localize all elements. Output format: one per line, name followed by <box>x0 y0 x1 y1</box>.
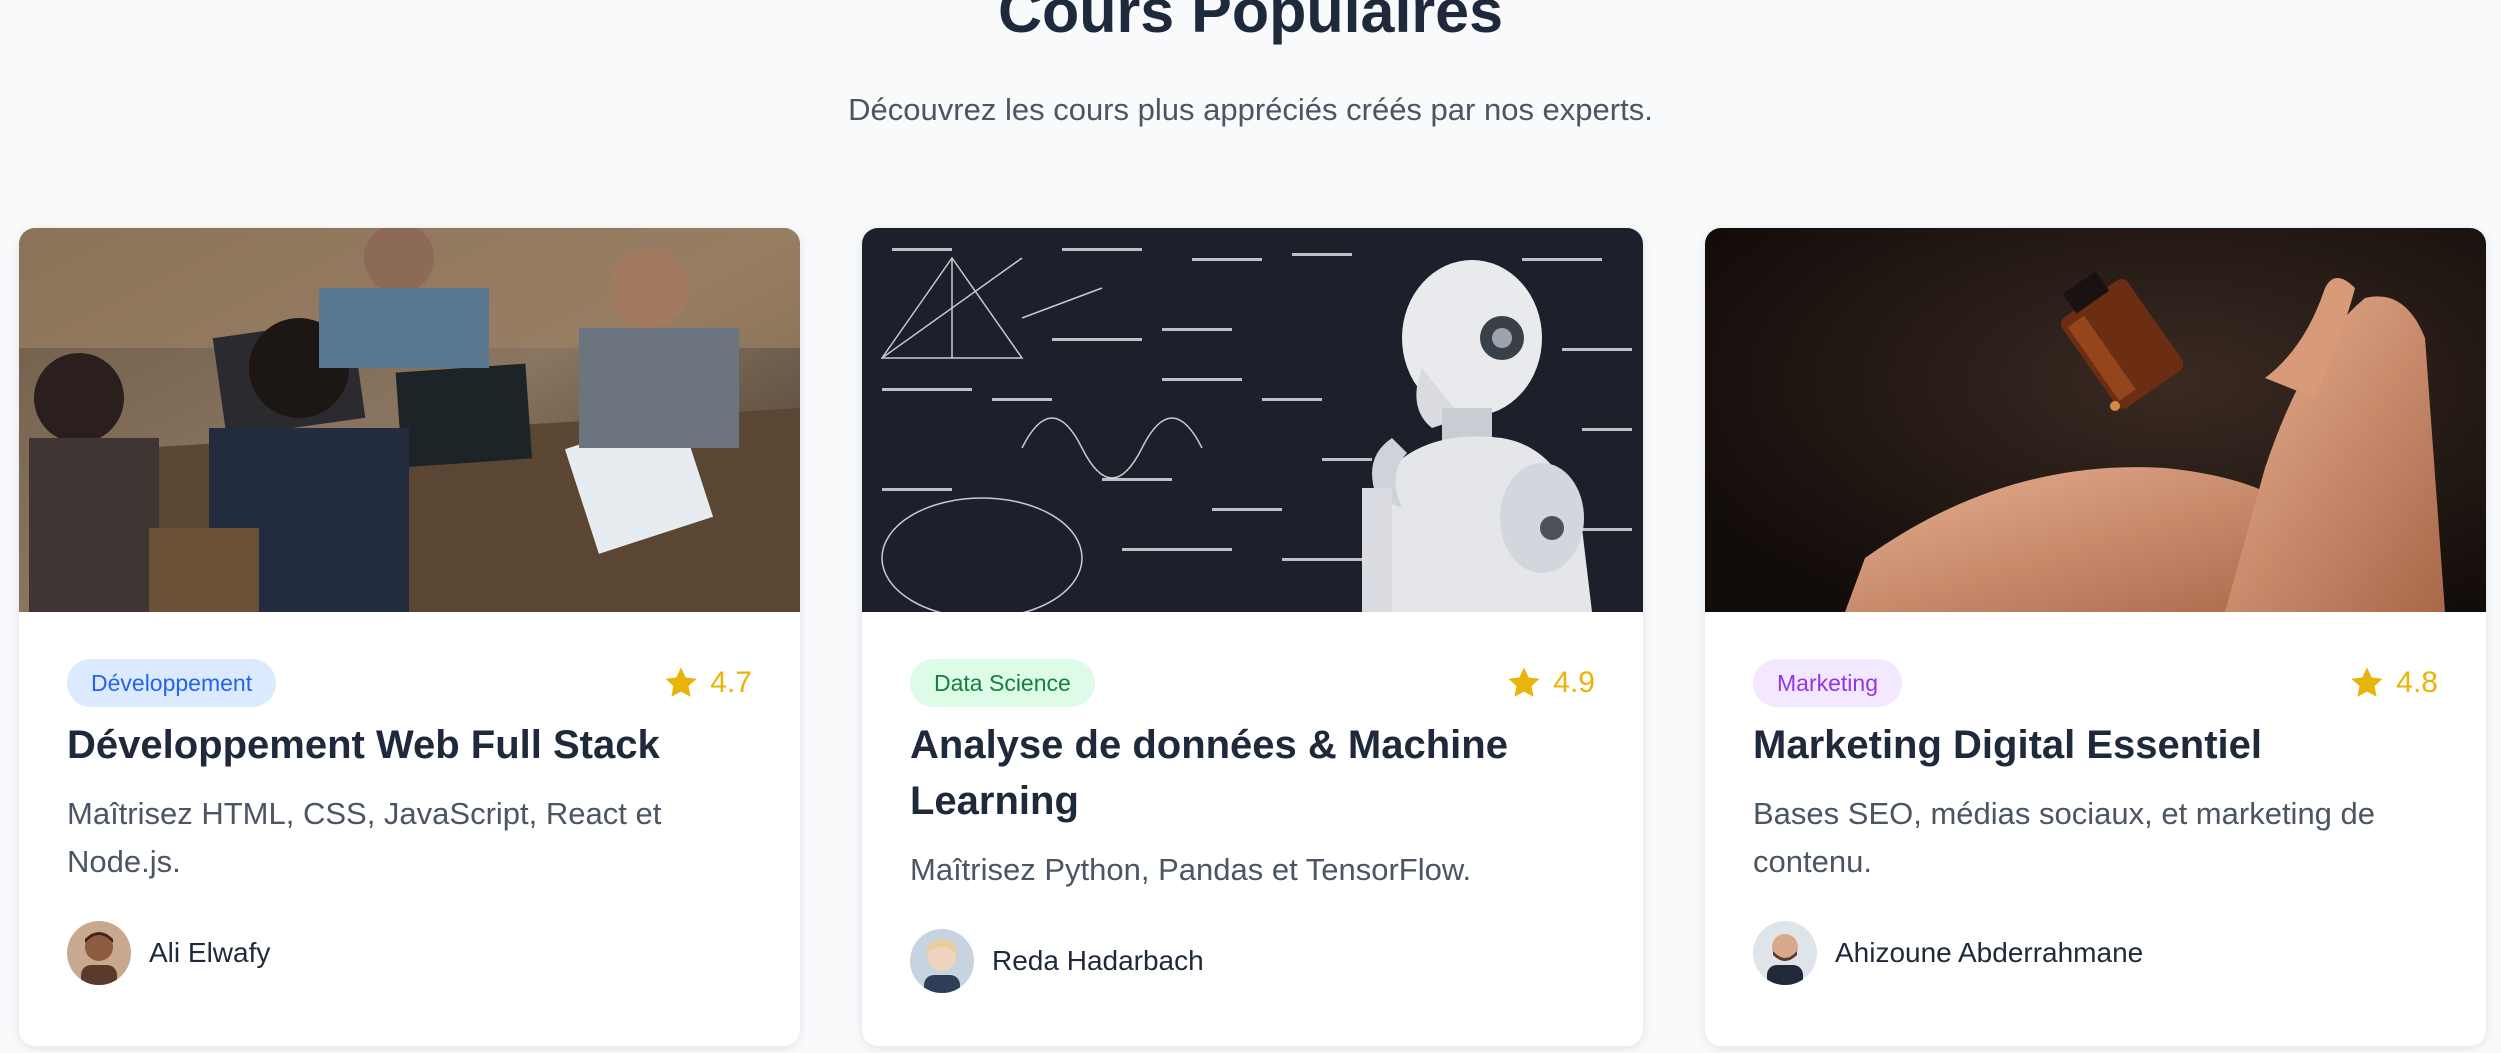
course-card-data-ml[interactable]: Data Science 4.9 Analyse de données & Ma… <box>862 228 1643 1046</box>
course-image[interactable] <box>1705 228 2486 612</box>
instructor[interactable]: Ali Elwafy <box>67 921 270 985</box>
instructor[interactable]: Ahizoune Abderrahmane <box>1753 921 2143 985</box>
section-title: Cours Populaires <box>997 0 1504 45</box>
star-icon <box>2351 667 2383 697</box>
rating-value: 4.7 <box>710 666 752 699</box>
avatar <box>67 921 131 985</box>
course-image[interactable] <box>19 228 800 612</box>
section-subtitle: Découvrez les cours plus appréciés créés… <box>848 92 1653 127</box>
instructor-name: Reda Hadarbach <box>992 945 1204 976</box>
rating: 4.8 <box>2348 662 2438 704</box>
course-card-marketing[interactable]: Marketing 4.8 Marketing Digital Essentie… <box>1705 228 2486 1046</box>
course-title[interactable]: Analyse de données & Machine Learning <box>910 717 1603 829</box>
star-icon <box>665 667 697 697</box>
avatar <box>1753 921 1817 985</box>
course-description: Bases SEO, médias sociaux, et marketing … <box>1753 796 2376 879</box>
rating-value: 4.9 <box>1553 666 1595 699</box>
avatar <box>910 929 974 993</box>
course-title[interactable]: Marketing Digital Essentiel <box>1753 717 2446 773</box>
category-badge: Marketing <box>1753 659 1902 707</box>
course-description: Maîtrisez HTML, CSS, JavaScript, React e… <box>67 796 662 879</box>
instructor-name: Ali Elwafy <box>149 937 271 968</box>
course-card-web-full-stack[interactable]: Développement 4.7 Développement Web Full… <box>19 228 800 1046</box>
rating-value: 4.8 <box>2396 666 2438 699</box>
course-description: Maîtrisez Python, Pandas et TensorFlow. <box>910 852 1472 887</box>
star-icon <box>1508 667 1540 697</box>
rating: 4.7 <box>662 662 752 704</box>
category-badge: Data Science <box>910 659 1095 707</box>
course-image[interactable] <box>862 228 1643 612</box>
course-title[interactable]: Développement Web Full Stack <box>67 717 760 773</box>
rating: 4.9 <box>1505 662 1595 704</box>
instructor[interactable]: Reda Hadarbach <box>910 929 1204 993</box>
instructor-name: Ahizoune Abderrahmane <box>1835 937 2144 968</box>
category-badge: Développement <box>67 659 277 707</box>
